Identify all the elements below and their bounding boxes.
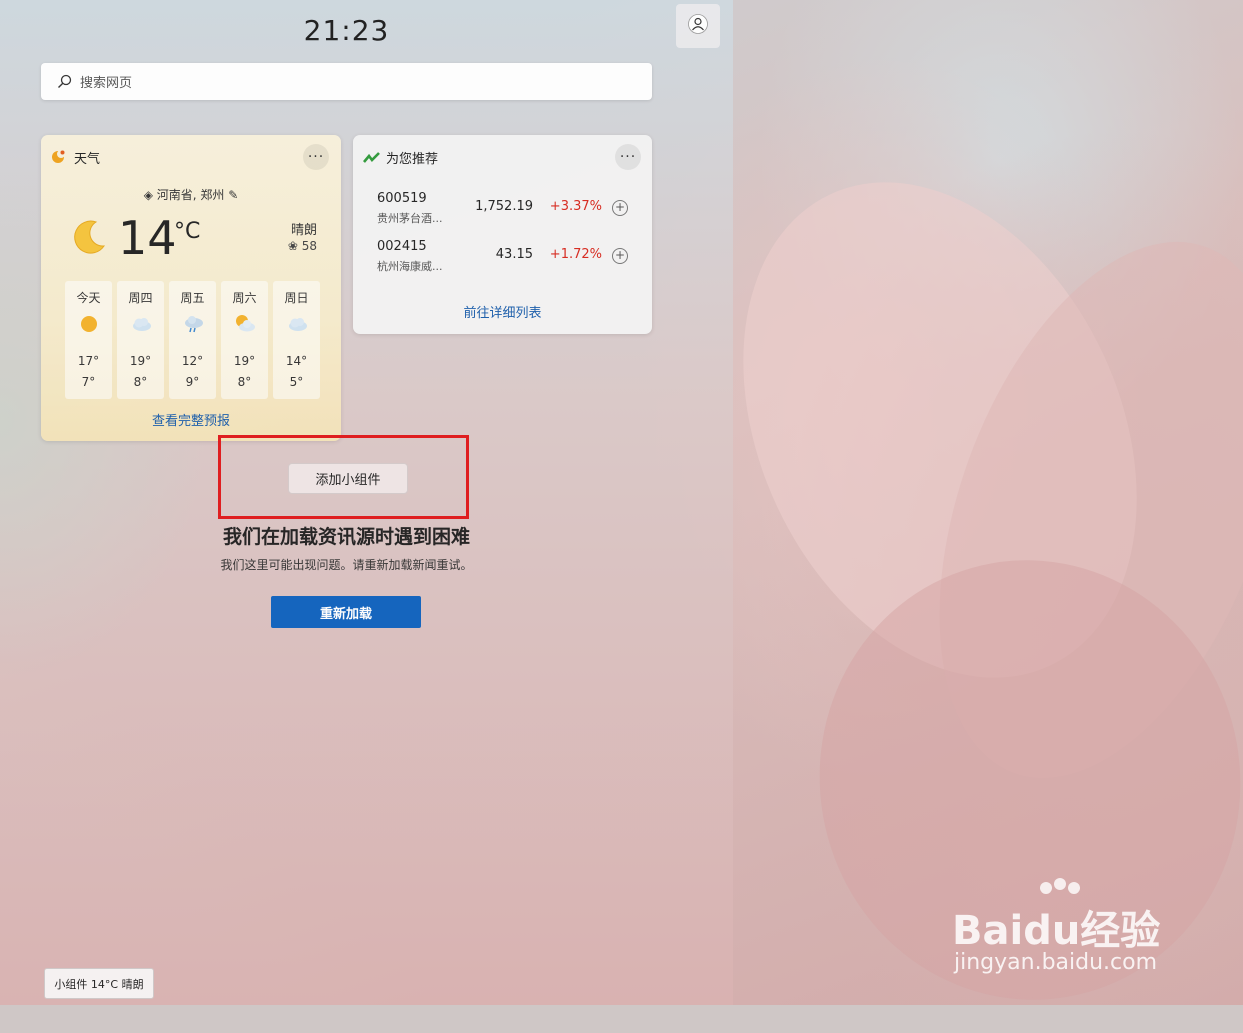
rain-icon [182, 313, 204, 335]
error-title: 我们在加载资讯源时遇到困难 [222, 526, 470, 548]
add-stock-icon[interactable]: + [612, 200, 628, 216]
forecast-high: 19° [233, 354, 256, 368]
aqi-icon: ❀ [287, 239, 298, 253]
stocks-title: 为您推荐 [386, 152, 439, 167]
weather-condition: 晴朗 [290, 223, 317, 238]
sun-icon [78, 313, 100, 335]
search-input[interactable]: 搜索网页 [80, 72, 132, 91]
weather-location[interactable]: ◈ 河南省, 郑州 ✎ [41, 186, 341, 203]
moon-icon [68, 218, 108, 262]
forecast-day-name: 周四 [128, 291, 153, 305]
forecast-low: 5° [289, 375, 304, 389]
stock-name: 杭州海康威... [377, 260, 443, 273]
cloud-icon [130, 313, 152, 335]
stock-price: 1,752.19 [475, 199, 533, 214]
add-stock-icon[interactable]: + [612, 248, 628, 264]
search-box[interactable]: 搜索网页 [41, 63, 652, 100]
reload-button[interactable]: 重新加载 [271, 596, 421, 628]
stock-symbol: 600519 [377, 191, 427, 206]
account-button[interactable] [676, 4, 720, 48]
location-label: 河南省, 郑州 [156, 188, 225, 202]
stock-symbol: 002415 [377, 239, 427, 254]
location-icon: ◈ [143, 188, 153, 202]
forecast-list: 今天 17° 7° 周四 19° 8° 周五 12° 9° 周六 19° 8° … [65, 281, 320, 399]
forecast-day-name: 周日 [284, 291, 309, 305]
clock: 21:23 [303, 14, 390, 47]
weather-title: 天气 [74, 152, 101, 167]
error-message: 我们这里可能出现问题。请重新加载新闻重试。 [220, 558, 473, 572]
annotation-highlight-box [218, 435, 469, 519]
stock-row[interactable]: 600519 贵州茅台酒... 1,752.19 +3.37% + [377, 191, 637, 231]
stocks-more-button[interactable]: ··· [615, 144, 641, 170]
details-list-link[interactable]: 前往详细列表 [353, 302, 652, 321]
forecast-day-name: 今天 [76, 291, 101, 305]
stock-row[interactable]: 002415 杭州海康威... 43.15 +1.72% + [377, 239, 637, 279]
cloud-icon [286, 313, 308, 335]
stocks-app-icon [363, 149, 380, 168]
partly-cloudy-icon [234, 313, 256, 335]
forecast-day[interactable]: 周五 12° 9° [169, 281, 216, 399]
widgets-tooltip: 小组件 14°C 晴朗 [44, 968, 154, 999]
stock-price: 43.15 [495, 247, 533, 262]
weather-widget[interactable]: 天气 ··· ◈ 河南省, 郑州 ✎ 14 °C 晴朗 ❀ 58 今天 17° [41, 135, 341, 441]
full-forecast-link[interactable]: 查看完整预报 [41, 410, 341, 429]
forecast-low: 7° [81, 375, 96, 389]
stock-change: +1.72% [549, 247, 602, 262]
forecast-low: 8° [133, 375, 148, 389]
watermark-brand: Baidu经验 [952, 908, 1161, 954]
watermark-url: jingyan.baidu.com [954, 950, 1158, 975]
widgets-panel: 21:23 搜索网页 天气 ··· ◈ 河南省, 郑州 ✎ 14 °C 晴朗 ❀… [0, 0, 733, 1005]
forecast-day-name: 周六 [232, 291, 257, 305]
forecast-day[interactable]: 周日 14° 5° [273, 281, 320, 399]
aqi-value: 58 [301, 239, 317, 253]
search-icon [57, 74, 72, 89]
forecast-low: 9° [185, 375, 200, 389]
forecast-day-name: 周五 [180, 291, 205, 305]
stock-name: 贵州茅台酒... [377, 212, 443, 225]
forecast-high: 17° [77, 354, 100, 368]
forecast-low: 8° [237, 375, 252, 389]
forecast-high: 19° [129, 354, 152, 368]
stocks-widget[interactable]: 为您推荐 ··· 600519 贵州茅台酒... 1,752.19 +3.37%… [353, 135, 652, 334]
weather-more-button[interactable]: ··· [303, 144, 329, 170]
user-icon [688, 14, 708, 38]
forecast-day[interactable]: 今天 17° 7° [65, 281, 112, 399]
stock-change: +3.37% [549, 199, 602, 214]
forecast-high: 12° [181, 354, 204, 368]
baidu-watermark: Baidu经验 jingyan.baidu.com [952, 878, 1192, 978]
weather-app-icon [51, 148, 67, 168]
edit-icon[interactable]: ✎ [228, 188, 238, 202]
forecast-high: 14° [285, 354, 308, 368]
forecast-day[interactable]: 周四 19° 8° [117, 281, 164, 399]
air-quality: ❀ 58 [288, 239, 317, 253]
current-temperature: 14 [118, 211, 177, 265]
temperature-unit: °C [174, 219, 201, 244]
forecast-day[interactable]: 周六 19° 8° [221, 281, 268, 399]
